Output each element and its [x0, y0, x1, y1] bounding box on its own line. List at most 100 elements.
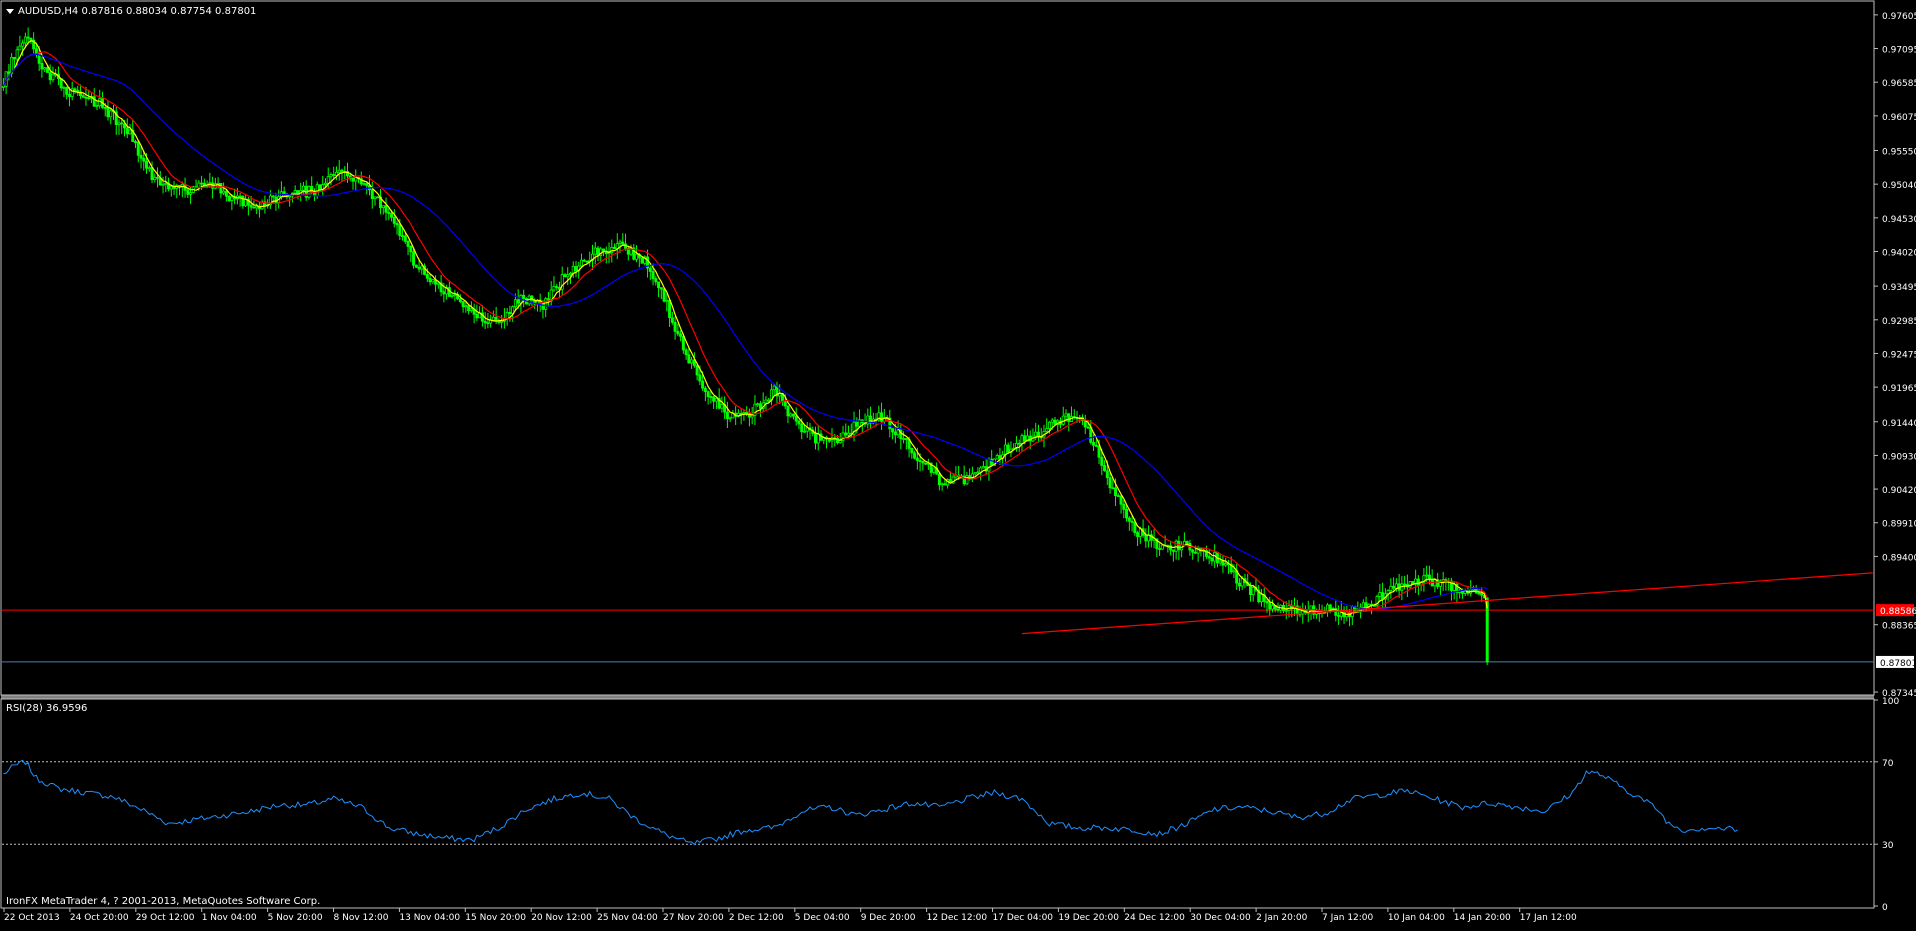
main-pane-frame: [0, 0, 1875, 696]
rsi-line: [3, 759, 1738, 846]
candle-body: [412, 251, 416, 266]
time-tick-label: 17 Dec 04:00: [993, 913, 1054, 923]
chart-menu-triangle-icon[interactable]: [6, 9, 14, 14]
candle-body: [475, 313, 479, 319]
candle-body: [219, 182, 223, 194]
candle-body: [750, 414, 754, 418]
time-tick-label: 29 Oct 12:00: [136, 913, 195, 923]
candle-body: [1427, 574, 1431, 580]
candle: [318, 184, 322, 192]
candle-body: [1378, 592, 1382, 597]
candle: [1039, 427, 1043, 442]
candle: [582, 258, 586, 263]
price-tick-label: 0.90420: [1882, 486, 1916, 496]
rsi-tick-label: 100: [1882, 697, 1899, 707]
candle-body: [1144, 534, 1148, 542]
price-tick-label: 0.92985: [1882, 317, 1916, 327]
candle: [1025, 428, 1029, 442]
candle-body: [635, 253, 639, 260]
time-tick-label: 24 Oct 20:00: [70, 913, 129, 923]
candle: [659, 287, 663, 300]
candle: [643, 255, 647, 266]
candle-body: [73, 88, 77, 91]
rsi-axis: 100 70 30 0: [1874, 697, 1899, 913]
candle-body: [1125, 509, 1129, 519]
candle-body: [428, 277, 432, 283]
candle: [690, 356, 694, 370]
candle: [1235, 563, 1239, 590]
candle: [409, 245, 413, 263]
candle: [1350, 605, 1354, 626]
candle-body: [1416, 578, 1420, 586]
candle: [1061, 406, 1065, 426]
candle-body: [87, 97, 91, 100]
candle: [1389, 578, 1393, 599]
candle: [136, 140, 140, 163]
candle: [208, 172, 212, 188]
candle: [830, 428, 834, 448]
candle-body: [406, 240, 410, 247]
candle: [665, 293, 669, 312]
price-tick-label: 0.95550: [1882, 148, 1916, 158]
candle: [926, 458, 930, 470]
candle: [1103, 460, 1107, 472]
candle-body: [337, 169, 341, 173]
candle-body: [81, 95, 85, 98]
candle-body: [670, 317, 674, 323]
candle: [1215, 551, 1219, 568]
candle: [117, 119, 121, 135]
candle: [981, 461, 985, 469]
candle: [742, 409, 746, 421]
candle-body: [230, 196, 234, 201]
candle-body: [323, 182, 327, 185]
candle: [59, 78, 63, 91]
candle: [1127, 516, 1131, 531]
candle: [847, 425, 851, 438]
moving-average-line: [2, 40, 1488, 616]
candle: [670, 312, 674, 325]
candle-body: [709, 396, 713, 398]
candle: [1392, 577, 1396, 592]
candle: [604, 246, 608, 264]
candle: [1116, 493, 1120, 497]
candle-body: [720, 404, 724, 409]
candle: [373, 196, 377, 206]
candle-body: [40, 62, 44, 70]
candle: [472, 303, 476, 324]
candle-body: [1265, 601, 1269, 604]
candle-body: [915, 457, 919, 461]
candle-body: [373, 196, 377, 200]
candle: [1281, 601, 1285, 614]
candle: [723, 396, 727, 419]
candle-body: [139, 154, 143, 159]
moving-average-line: [2, 51, 1488, 614]
candle: [1191, 548, 1195, 560]
candle-body: [95, 105, 99, 107]
candle-body: [690, 359, 694, 364]
candle: [703, 385, 707, 402]
candle-body: [698, 374, 702, 382]
candle: [747, 408, 751, 427]
candle: [1430, 569, 1434, 587]
rsi-tick-label: 70: [1882, 759, 1894, 769]
candle-body: [1092, 441, 1096, 446]
main-price-plot: [1, 27, 1874, 666]
candle: [260, 199, 264, 210]
candle-body: [508, 311, 512, 315]
candle: [288, 195, 292, 207]
price-tick-label: 0.91440: [1882, 419, 1916, 429]
candle-body: [513, 299, 517, 308]
candle-body: [1433, 579, 1437, 587]
candle: [1003, 438, 1007, 462]
candle-body: [976, 471, 980, 474]
candle: [1020, 433, 1024, 452]
candle: [238, 192, 242, 207]
candle: [924, 462, 928, 466]
candle: [95, 101, 99, 111]
candle: [1202, 547, 1206, 562]
candle-body: [142, 157, 146, 162]
candle: [563, 272, 567, 278]
candle-body: [354, 177, 358, 182]
candle-body: [505, 311, 509, 319]
candle: [1268, 596, 1272, 616]
